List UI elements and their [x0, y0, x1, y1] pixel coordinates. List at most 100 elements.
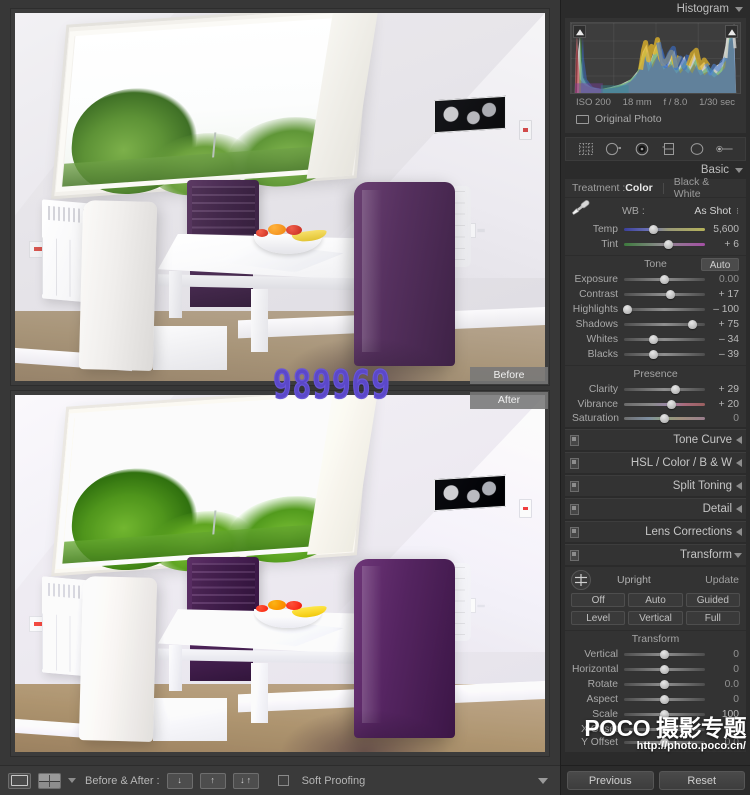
slider-handle[interactable]: [660, 680, 669, 689]
slider-track[interactable]: [624, 399, 705, 410]
upright-full-button[interactable]: Full: [685, 611, 740, 625]
slider-exposure[interactable]: Exposure 0.00: [565, 272, 746, 287]
panel-switch[interactable]: [570, 457, 579, 469]
copy-settings-after-button[interactable]: ↑: [199, 772, 226, 789]
slider-track[interactable]: [622, 304, 705, 315]
slider-track[interactable]: [624, 274, 705, 285]
chevron-left-icon[interactable]: [736, 436, 742, 444]
adjustment-brush-icon[interactable]: [716, 141, 734, 157]
panel-tone-curve[interactable]: Tone Curve: [565, 429, 746, 450]
panel-detail[interactable]: Detail: [565, 498, 746, 519]
chevron-down-icon[interactable]: [734, 553, 742, 558]
slider-saturation[interactable]: Saturation 0: [565, 412, 746, 427]
slider-handle[interactable]: [660, 413, 669, 423]
slider-temp[interactable]: Temp 5,600: [565, 222, 746, 237]
swap-settings-button[interactable]: ↓ ↑: [232, 772, 259, 789]
slider-shadows[interactable]: Shadows + 75: [565, 317, 746, 332]
chevron-down-icon[interactable]: [735, 6, 743, 12]
loupe-view-icon[interactable]: [8, 772, 31, 789]
slider-handle[interactable]: [688, 320, 698, 329]
slider-track[interactable]: [624, 709, 705, 720]
after-image-pane[interactable]: After: [10, 390, 550, 757]
before-image-pane[interactable]: Before: [10, 8, 550, 386]
panel-hsl-color-bw[interactable]: HSL / Color / B & W: [565, 452, 746, 473]
original-photo-row[interactable]: Original Photo: [570, 108, 741, 131]
slider-handle[interactable]: [665, 290, 675, 299]
slider-contrast[interactable]: Contrast + 17: [565, 287, 746, 302]
slider-track[interactable]: [624, 349, 705, 360]
shadow-clipping-indicator[interactable]: [573, 25, 586, 38]
slider-track[interactable]: [624, 649, 705, 660]
soft-proofing-checkbox[interactable]: [277, 775, 289, 786]
treatment-bw-option[interactable]: Black & White: [674, 176, 739, 200]
slider-horizontal[interactable]: Horizontal 0: [565, 662, 746, 677]
slider-scale[interactable]: Scale 100: [565, 707, 746, 722]
histogram-header[interactable]: Histogram: [561, 0, 750, 18]
slider-handle[interactable]: [649, 335, 659, 344]
panel-transform[interactable]: Transform: [565, 544, 746, 565]
panel-switch[interactable]: [570, 503, 579, 515]
radial-filter-icon[interactable]: [688, 141, 706, 157]
slider-handle[interactable]: [660, 725, 669, 734]
slider-track[interactable]: [624, 289, 705, 300]
slider-handle[interactable]: [648, 225, 658, 234]
slider-track[interactable]: [624, 334, 705, 345]
slider-clarity[interactable]: Clarity + 29: [565, 382, 746, 397]
slider-aspect[interactable]: Aspect 0: [565, 692, 746, 707]
chevron-down-icon[interactable]: [68, 778, 76, 783]
slider-track[interactable]: [624, 319, 705, 330]
panel-switch[interactable]: [570, 549, 579, 561]
toolbar-dropdown-icon[interactable]: [538, 777, 548, 784]
red-eye-icon[interactable]: [633, 141, 651, 157]
tone-auto-button[interactable]: Auto: [701, 258, 739, 271]
chevron-down-icon[interactable]: [735, 167, 743, 173]
panel-switch[interactable]: [570, 526, 579, 538]
crop-overlay-icon[interactable]: [577, 141, 595, 157]
chevron-left-icon[interactable]: [736, 505, 742, 513]
slider-blacks[interactable]: Blacks – 39: [565, 347, 746, 362]
graduated-filter-icon[interactable]: [660, 141, 678, 157]
slider-handle[interactable]: [660, 650, 669, 659]
slider-track[interactable]: [624, 737, 705, 748]
slider-whites[interactable]: Whites – 34: [565, 332, 746, 347]
treatment-color-option[interactable]: Color: [625, 182, 652, 194]
upright-vertical-button[interactable]: Vertical: [628, 611, 683, 625]
slider-tint[interactable]: Tint + 6: [565, 237, 746, 252]
panel-switch[interactable]: [570, 480, 579, 492]
panel-split-toning[interactable]: Split Toning: [565, 475, 746, 496]
slider-rotate[interactable]: Rotate 0.0: [565, 677, 746, 692]
panel-lens-corrections[interactable]: Lens Corrections: [565, 521, 746, 542]
wb-preset-dropdown[interactable]: As Shot ⁝: [694, 205, 739, 217]
slider-vibrance[interactable]: Vibrance + 20: [565, 397, 746, 412]
slider-handle[interactable]: [622, 305, 632, 314]
before-after-view-icon[interactable]: [38, 772, 61, 789]
slider-track[interactable]: [624, 724, 705, 735]
slider-track[interactable]: [624, 224, 705, 235]
slider-handle[interactable]: [648, 350, 658, 359]
upright-off-button[interactable]: Off: [571, 593, 626, 607]
upright-level-button[interactable]: Level: [571, 611, 626, 625]
chevron-left-icon[interactable]: [736, 482, 742, 490]
slider-track[interactable]: [624, 239, 705, 250]
spot-removal-icon[interactable]: [605, 141, 623, 157]
white-balance-selector-icon[interactable]: [571, 200, 600, 222]
slider-vertical[interactable]: Vertical 0: [565, 647, 746, 662]
previous-button[interactable]: Previous: [567, 771, 654, 790]
chevron-left-icon[interactable]: [736, 459, 742, 467]
slider-track[interactable]: [624, 664, 705, 675]
slider-handle[interactable]: [660, 665, 669, 674]
upright-auto-button[interactable]: Auto: [628, 593, 683, 607]
highlight-clipping-indicator[interactable]: [725, 25, 738, 38]
slider-track[interactable]: [624, 413, 705, 424]
panel-switch[interactable]: [570, 434, 579, 446]
slider-track[interactable]: [624, 694, 705, 705]
upright-update-button[interactable]: Update: [705, 574, 739, 586]
histogram-graph[interactable]: [570, 22, 741, 94]
upright-tool-icon[interactable]: [571, 570, 591, 590]
slider-handle[interactable]: [664, 240, 674, 249]
slider-handle[interactable]: [660, 275, 669, 284]
slider-y-offset[interactable]: Y Offset 0.0: [565, 737, 746, 752]
slider-handle[interactable]: [660, 710, 669, 719]
reset-button[interactable]: Reset: [658, 771, 745, 790]
upright-guided-button[interactable]: Guided: [685, 593, 740, 607]
